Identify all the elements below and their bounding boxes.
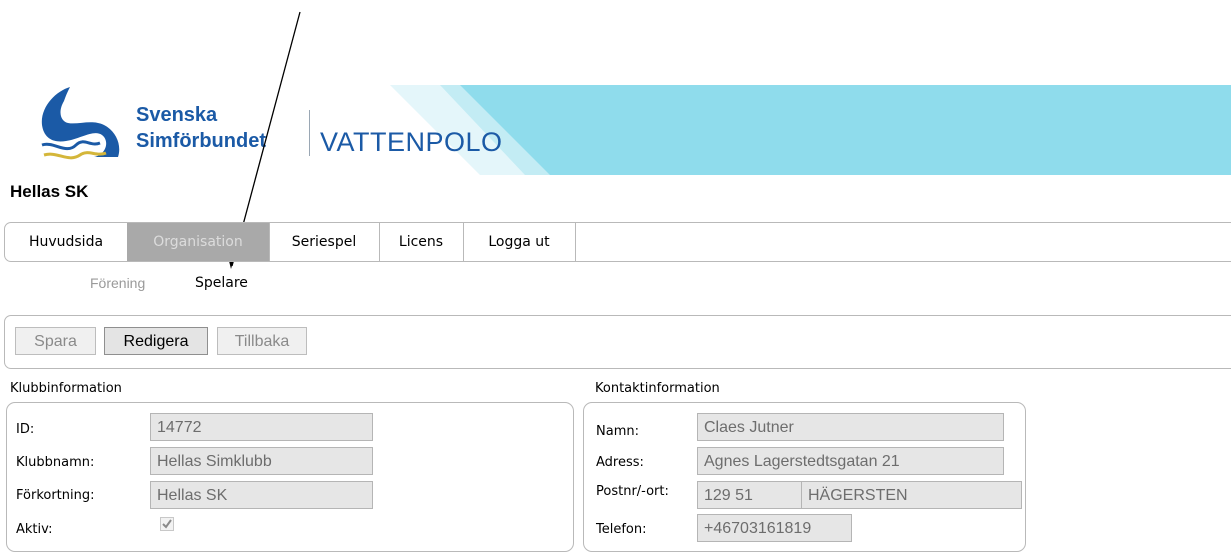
subnav-forening[interactable]: Förening bbox=[90, 275, 145, 291]
club-id-label: ID: bbox=[16, 422, 35, 437]
contact-phone-label: Telefon: bbox=[596, 522, 647, 537]
contact-info-title: Kontaktinformation bbox=[595, 381, 720, 396]
active-checkbox[interactable] bbox=[160, 517, 174, 531]
contact-address-label: Adress: bbox=[596, 455, 644, 470]
back-button[interactable]: Tillbaka bbox=[217, 327, 307, 355]
club-active-label: Aktiv: bbox=[16, 522, 53, 537]
contact-postal-label: Postnr/-ort: bbox=[596, 484, 669, 499]
save-button[interactable]: Spara bbox=[15, 327, 96, 355]
postal-code-field[interactable]: 129 51 bbox=[697, 481, 802, 509]
main-nav: Huvudsida Organisation Seriespel Licens … bbox=[4, 222, 1231, 262]
contact-name-label: Namn: bbox=[596, 424, 639, 439]
tab-logga-ut[interactable]: Logga ut bbox=[463, 223, 576, 261]
subnav-spelare[interactable]: Spelare bbox=[195, 275, 248, 291]
tab-huvudsida[interactable]: Huvudsida bbox=[5, 223, 128, 261]
contact-phone-field[interactable]: +46703161819 bbox=[697, 514, 852, 542]
club-name-field[interactable]: Hellas Simklubb bbox=[150, 447, 373, 475]
club-abbr-label: Förkortning: bbox=[16, 488, 95, 503]
tab-organisation[interactable]: Organisation bbox=[127, 223, 270, 261]
club-id-field[interactable]: 14772 bbox=[150, 413, 373, 441]
club-abbr-field[interactable]: Hellas SK bbox=[150, 481, 373, 509]
club-name-heading: Hellas SK bbox=[10, 182, 89, 201]
contact-name-field[interactable]: Claes Jutner bbox=[697, 413, 1004, 441]
tab-seriespel[interactable]: Seriespel bbox=[269, 223, 380, 261]
tab-licens[interactable]: Licens bbox=[379, 223, 464, 261]
city-field[interactable]: HÄGERSTEN bbox=[801, 481, 1022, 509]
club-name-label: Klubbnamn: bbox=[16, 455, 95, 470]
club-info-title: Klubbinformation bbox=[10, 381, 122, 396]
edit-button[interactable]: Redigera bbox=[104, 327, 208, 355]
contact-address-field[interactable]: Agnes Lagerstedtsgatan 21 bbox=[697, 447, 1004, 475]
